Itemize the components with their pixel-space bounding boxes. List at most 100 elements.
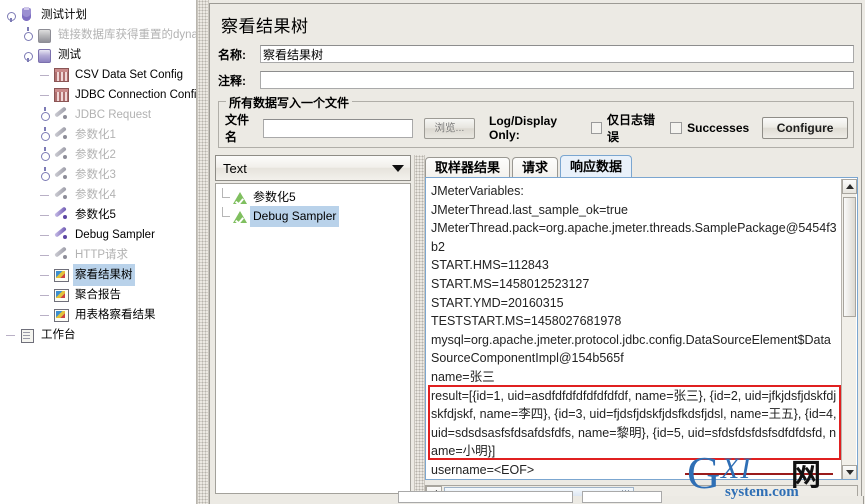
tree-item[interactable]: 测试	[0, 44, 196, 64]
tree-item[interactable]: 用表格察看结果	[0, 304, 196, 324]
sampler-icon	[52, 247, 70, 263]
filename-label: 文件名	[225, 113, 250, 144]
tree-item-label: CSV Data Set Config	[75, 69, 184, 81]
tree-item[interactable]: 聚合报告	[0, 284, 196, 304]
tree-branch-line	[220, 207, 232, 226]
successes-checkbox[interactable]: Successes	[670, 121, 749, 135]
bottom-strip	[209, 491, 864, 504]
response-vertical-scrollbar[interactable]	[841, 179, 857, 479]
results-viewer-area: Text 参数化5 Debug Sampler 取样器结果 请求 响应数据 JMete…	[215, 155, 858, 503]
tree-branch-line	[38, 287, 52, 303]
tree-branch-line	[38, 247, 52, 263]
comment-input[interactable]	[260, 71, 854, 89]
left-splitter[interactable]	[197, 0, 209, 504]
successes-checkbox-box[interactable]	[670, 122, 683, 134]
result-tabs-pane: 取样器结果 请求 响应数据 JMeterVariables: JMeterThrea…	[425, 155, 858, 503]
listener-icon	[52, 267, 70, 283]
filename-input[interactable]	[262, 118, 413, 138]
sampler-icon	[52, 127, 70, 143]
config-element-icon	[52, 67, 70, 83]
tree-item-label: JDBC Connection Configurat	[75, 89, 197, 101]
tree-item[interactable]: 参数化1	[0, 124, 196, 144]
tab-1[interactable]: 请求	[512, 157, 559, 179]
log-display-only-label: Log/Display Only:	[489, 114, 558, 142]
tree-branch-line	[4, 327, 18, 343]
thread-group-icon	[35, 47, 53, 63]
tree-expander-icon[interactable]	[38, 107, 52, 123]
thread-group-icon	[35, 27, 53, 43]
list-item[interactable]: 参数化5	[216, 187, 410, 206]
tree-branch-line	[220, 188, 232, 207]
errors-only-checkbox[interactable]: 仅日志错误	[590, 111, 661, 145]
sampler-icon	[52, 207, 70, 223]
tree-item-label: 参数化3	[75, 169, 116, 181]
sampler-icon	[52, 107, 70, 123]
workbench-icon	[18, 327, 36, 343]
tree-branch-line	[38, 207, 52, 223]
configure-button[interactable]: Configure	[762, 117, 848, 139]
tree-item[interactable]: 参数化3	[0, 164, 196, 184]
tree-item[interactable]: 链接数据库获得重置的dynamic	[0, 24, 196, 44]
errors-only-checkbox-box[interactable]	[590, 122, 602, 134]
browse-button[interactable]: 浏览...	[423, 117, 476, 139]
render-type-combobox[interactable]: Text	[215, 155, 411, 181]
tree-branch-line	[38, 87, 52, 103]
tree-item-label: 工作台	[41, 329, 76, 341]
tree-item[interactable]: HTTP请求	[0, 244, 196, 264]
write-all-data-group-title: 所有数据写入一个文件	[226, 94, 353, 111]
name-label: 名称:	[218, 47, 246, 62]
tree-item[interactable]: CSV Data Set Config	[0, 64, 196, 84]
tab-2[interactable]: 响应数据	[560, 155, 633, 179]
tree-item[interactable]: JDBC Request	[0, 104, 196, 124]
bottom-field-left[interactable]	[398, 491, 573, 503]
listener-icon	[52, 287, 70, 303]
page-title: 察看结果树	[221, 17, 309, 36]
scroll-down-arrow-icon[interactable]	[842, 465, 857, 479]
bottom-field-right[interactable]	[582, 491, 662, 503]
test-plan-tree-panel[interactable]: 测试计划链接数据库获得重置的dynamic 测试 CSV Data Set Con…	[0, 0, 197, 504]
tree-item-label: 参数化2	[75, 149, 116, 161]
test-plan-flask-icon	[18, 7, 36, 23]
tree-item[interactable]: 参数化5	[0, 204, 196, 224]
tree-item[interactable]: 工作台	[0, 324, 196, 344]
tree-branch-line	[38, 227, 52, 243]
sampler-results-list[interactable]: 参数化5 Debug Sampler	[215, 183, 411, 494]
tree-item[interactable]: Debug Sampler	[0, 224, 196, 244]
tree-expander-icon[interactable]	[38, 167, 52, 183]
chevron-down-icon[interactable]	[386, 156, 410, 180]
result-tabbar[interactable]: 取样器结果 请求 响应数据	[425, 155, 634, 179]
tree-item[interactable]: 察看结果树	[0, 264, 196, 286]
tree-item[interactable]: 测试计划	[0, 4, 196, 24]
tree-expander-icon[interactable]	[4, 7, 18, 23]
tree-item[interactable]: 参数化4	[0, 184, 196, 204]
vertical-scroll-thumb[interactable]	[843, 197, 856, 317]
tree-item[interactable]: JDBC Connection Configurat	[0, 84, 196, 104]
list-item-label: Debug Sampler	[250, 206, 340, 227]
tab-0[interactable]: 取样器结果	[425, 157, 511, 179]
tree-item-label: HTTP请求	[75, 249, 129, 261]
name-field-row: 名称:	[218, 44, 854, 64]
successes-label: Successes	[687, 121, 750, 135]
tree-branch-line	[38, 267, 52, 283]
tree-expander-icon[interactable]	[21, 47, 35, 63]
results-list-pane: Text 参数化5 Debug Sampler	[215, 155, 411, 495]
render-type-value: Text	[223, 160, 247, 176]
tree-expander-icon[interactable]	[38, 147, 52, 163]
tree-expander-icon[interactable]	[38, 127, 52, 143]
tree-expander-icon[interactable]	[21, 27, 35, 43]
sampler-icon	[52, 167, 70, 183]
sampler-icon	[52, 187, 70, 203]
tree-item-label: 察看结果树	[73, 264, 135, 286]
listener-icon	[52, 307, 70, 323]
middle-splitter[interactable]	[414, 155, 425, 500]
success-triangle-icon	[232, 210, 248, 224]
tree-item[interactable]: 参数化2	[0, 144, 196, 164]
list-item[interactable]: Debug Sampler	[216, 206, 410, 227]
tree-scroll-area[interactable]: 测试计划链接数据库获得重置的dynamic 测试 CSV Data Set Con…	[0, 4, 196, 500]
sampler-icon	[52, 227, 70, 243]
tree-item-label: 参数化1	[75, 129, 116, 141]
name-input[interactable]	[260, 45, 854, 63]
scroll-up-arrow-icon[interactable]	[842, 179, 857, 194]
tree-item-label: Debug Sampler	[75, 229, 155, 241]
response-data-panel[interactable]: JMeterVariables: JMeterThread.last_sampl…	[425, 177, 858, 480]
